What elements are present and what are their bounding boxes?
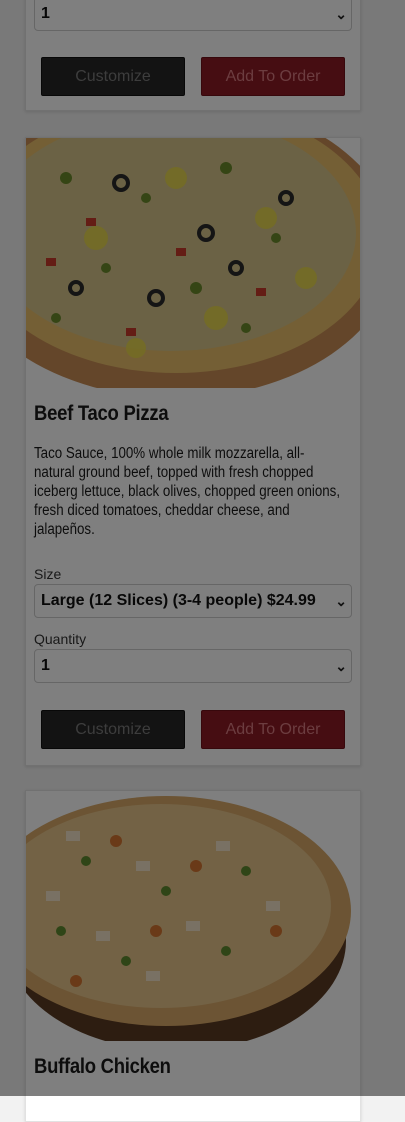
menu-item-card: Buffalo Chicken [25,790,361,1122]
menu-item-card: Beef Taco Pizza Taco Sauce, 100% whole m… [25,137,361,766]
customize-button[interactable]: Customize [41,57,185,96]
quantity-value: 1 [41,5,50,22]
add-to-order-button[interactable]: Add To Order [201,57,345,96]
quantity-value: 1 [41,657,50,674]
customize-button[interactable]: Customize [41,710,185,749]
pizza-image [26,138,360,388]
chevron-down-icon: ⌄ [335,6,347,22]
menu-item-card: 1 ⌄ Customize Add To Order [25,0,361,111]
chevron-down-icon: ⌄ [335,658,347,674]
quantity-label: Quantity [34,631,87,647]
quantity-select[interactable]: 1 ⌄ [34,0,352,31]
item-description: Taco Sauce, 100% whole milk mozzarella, … [34,445,341,538]
add-to-order-button[interactable]: Add To Order [201,710,345,749]
pizza-image [26,791,360,1041]
size-value: Large (12 Slices) (3-4 people) $24.99 [41,592,316,609]
size-select[interactable]: Large (12 Slices) (3-4 people) $24.99 ⌄ [34,584,352,618]
size-label: Size [34,566,62,582]
item-title: Buffalo Chicken [34,1055,171,1078]
chevron-down-icon: ⌄ [335,593,347,609]
quantity-select[interactable]: 1 ⌄ [34,649,352,683]
item-title: Beef Taco Pizza [34,402,169,425]
